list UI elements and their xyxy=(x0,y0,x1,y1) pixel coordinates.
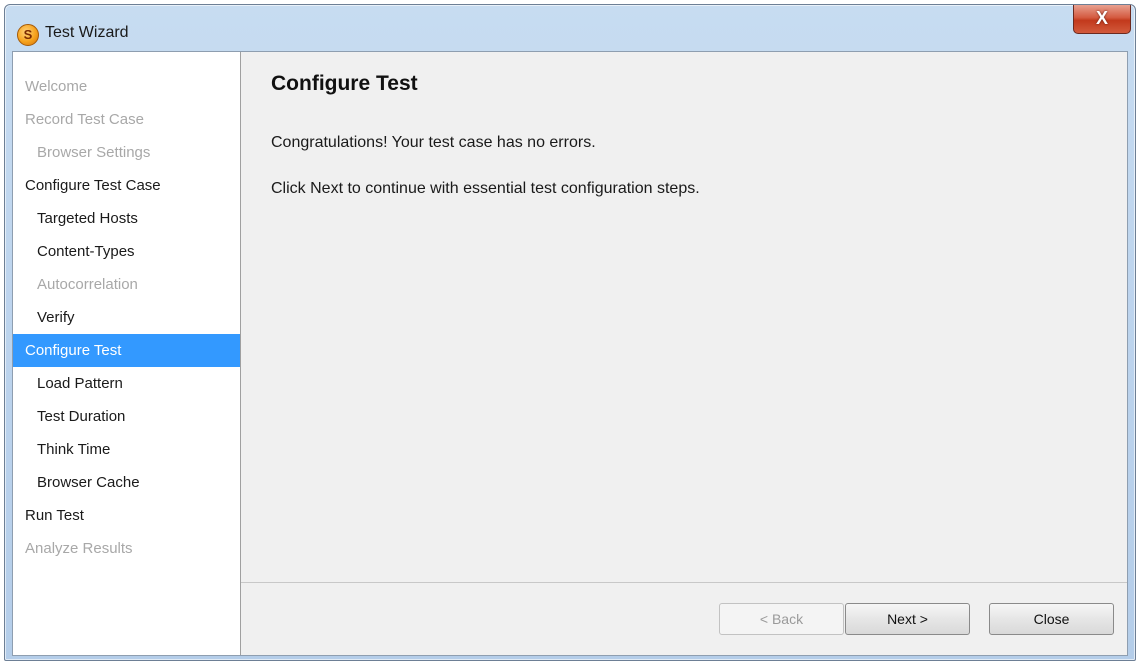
wizard-steps-list: Welcome Record Test Case Browser Settings C… xyxy=(13,52,240,565)
window-close-button[interactable]: X xyxy=(1073,5,1131,34)
sidebar-item-analyze-results: Analyze Results xyxy=(25,540,133,557)
wizard-body: Welcome Record Test Case Browser Settings C… xyxy=(12,51,1128,656)
page-title: Configure Test xyxy=(271,72,418,95)
instruction-message: Click Next to continue with essential te… xyxy=(271,180,700,197)
sidebar-item-browser-settings: Browser Settings xyxy=(37,144,151,161)
wizard-content: Configure Test Congratulations! Your tes… xyxy=(241,52,1127,582)
close-button[interactable]: Close xyxy=(989,603,1114,635)
sidebar-item-verify[interactable]: Verify xyxy=(13,301,240,334)
sidebar-item-welcome: Welcome xyxy=(25,78,88,95)
app-logo-icon: S xyxy=(17,24,39,46)
sidebar-item-autocorrelation: Autocorrelation xyxy=(37,276,138,293)
sidebar-item-configure-test[interactable]: Configure Test xyxy=(13,334,240,367)
sidebar-item-load-pattern[interactable]: Load Pattern xyxy=(13,367,240,400)
window-title: Test Wizard xyxy=(45,24,129,41)
sidebar-item-think-time[interactable]: Think Time xyxy=(13,433,240,466)
sidebar-item-test-duration[interactable]: Test Duration xyxy=(13,400,240,433)
sidebar-item-run-test[interactable]: Run Test xyxy=(13,499,240,532)
back-button[interactable]: < Back xyxy=(719,603,844,635)
wizard-button-bar: < Back Next > Close xyxy=(241,582,1127,656)
test-wizard-window: S Test Wizard X Welcome Record Test Case B… xyxy=(4,4,1136,661)
close-icon: X xyxy=(1095,8,1108,28)
sidebar-item-targeted-hosts[interactable]: Targeted Hosts xyxy=(13,202,240,235)
sidebar-item-browser-cache[interactable]: Browser Cache xyxy=(13,466,240,499)
next-button[interactable]: Next > xyxy=(845,603,970,635)
sidebar-item-configure-test-case[interactable]: Configure Test Case xyxy=(13,169,240,202)
wizard-steps-sidebar: Welcome Record Test Case Browser Settings C… xyxy=(13,52,241,655)
title-bar[interactable]: S Test Wizard X xyxy=(5,5,1135,51)
sidebar-item-record-test-case: Record Test Case xyxy=(25,111,144,128)
sidebar-item-content-types[interactable]: Content-Types xyxy=(13,235,240,268)
success-message: Congratulations! Your test case has no e… xyxy=(271,134,596,151)
